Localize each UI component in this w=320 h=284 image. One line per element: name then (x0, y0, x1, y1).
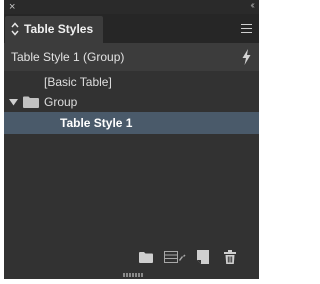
tab-table-styles[interactable]: Table Styles (5, 16, 103, 43)
collapse-panel-icon[interactable]: ‹‹ (250, 0, 254, 12)
up-down-arrows-icon (11, 22, 19, 36)
current-style-label: Table Style 1 (Group) (11, 50, 125, 64)
list-item-table-style-1[interactable]: Table Style 1 (4, 112, 259, 134)
new-page-icon[interactable] (197, 250, 209, 264)
list-item-group[interactable]: Group (4, 91, 259, 113)
panel-menu-icon[interactable] (241, 24, 252, 33)
tab-bar: Table Styles (4, 14, 259, 43)
list-item-label: Table Style 1 (60, 116, 133, 130)
list-item-basic-table[interactable]: [Basic Table] (4, 71, 259, 93)
list-item-label: [Basic Table] (44, 75, 112, 89)
tab-label: Table Styles (24, 22, 94, 36)
table-styles-panel: × ‹‹ Table Styles Table Style 1 (Group) … (4, 0, 259, 279)
folder-icon[interactable] (139, 250, 153, 264)
panel-footer (4, 243, 259, 279)
close-icon[interactable]: × (9, 1, 15, 13)
styles-list: [Basic Table] Group Table Style 1 (4, 71, 259, 243)
folder-icon (23, 96, 39, 108)
style-list-icon[interactable] (164, 250, 186, 264)
current-style-header: Table Style 1 (Group) (4, 43, 259, 71)
lightning-icon[interactable] (241, 49, 252, 65)
resize-grip-icon[interactable] (123, 273, 143, 277)
trash-icon[interactable] (224, 250, 236, 264)
list-item-label: Group (44, 95, 78, 109)
panel-title-strip: × ‹‹ (4, 0, 259, 14)
disclosure-triangle-icon[interactable] (9, 98, 18, 106)
